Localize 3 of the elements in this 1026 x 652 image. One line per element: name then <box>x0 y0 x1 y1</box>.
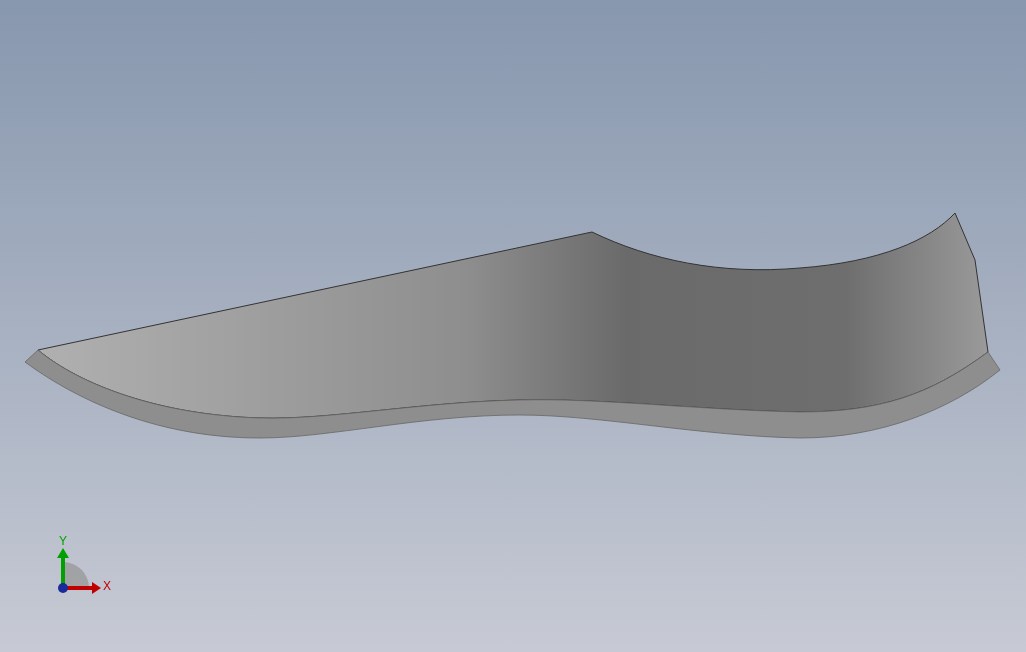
axis-triad-icon <box>57 548 101 594</box>
axis-label: X <box>103 579 111 593</box>
axis-label: Y <box>59 534 67 548</box>
